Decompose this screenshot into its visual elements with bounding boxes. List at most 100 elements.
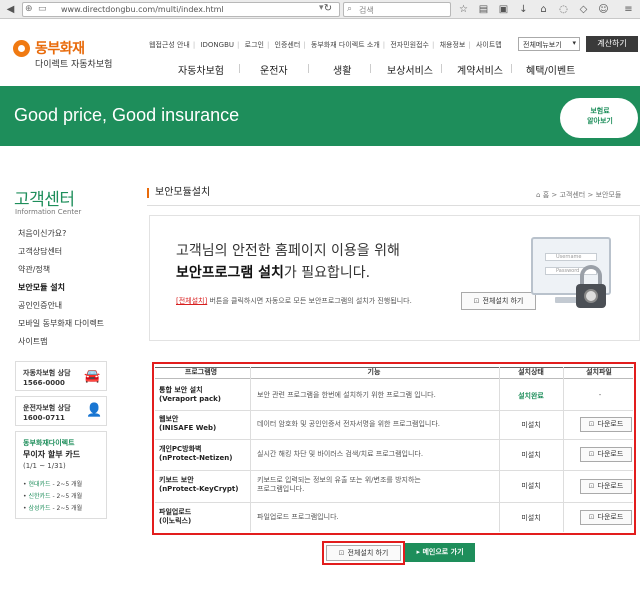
notice-line2: 보안프로그램 설치가 필요합니다. xyxy=(176,262,370,282)
row-divider xyxy=(155,502,633,503)
car-consult-box: 자동차보험 상담 1566-0000 🚘 xyxy=(15,361,107,391)
address-bar[interactable]: ⊕ ▭ www.directdongbu.com/multi/index.htm… xyxy=(22,2,340,17)
download-icon[interactable]: ↓ xyxy=(517,3,530,16)
notice-line1: 고객님의 안전한 홈페이지 이용을 위해 xyxy=(176,243,400,259)
nav-events[interactable]: 혜택/이벤트 xyxy=(526,62,575,77)
logo-name[interactable]: 동부화재 xyxy=(35,38,85,58)
col-divider xyxy=(499,367,500,532)
util-link-login[interactable]: 로그인 xyxy=(242,41,267,49)
section-title: 고객센터 xyxy=(14,190,75,210)
col-divider xyxy=(250,367,251,532)
card-list-item: • 현대카드 - 2~5 개월 xyxy=(23,481,83,488)
table-row-status: 미설치 xyxy=(521,421,541,429)
nav-divider xyxy=(441,64,442,73)
download-icon: ⊡ xyxy=(588,420,595,428)
util-link-complaint[interactable]: 전자민원접수 xyxy=(387,41,432,49)
nav-car-insurance[interactable]: 자동차보험 xyxy=(178,62,224,77)
nav-contract[interactable]: 계약서비스 xyxy=(457,62,503,77)
globe-icon: ⊕ xyxy=(25,4,33,14)
table-row-name: 파일업로드 (이노릭스) xyxy=(159,508,192,525)
util-link-recruit[interactable]: 채용정보 xyxy=(437,41,469,49)
nav-divider xyxy=(370,64,371,73)
notice-hint-link[interactable]: [전체설치] xyxy=(176,297,207,305)
util-link-idongbu[interactable]: IDONGBU xyxy=(197,41,237,49)
download-button[interactable]: ⊡ 다운로드 xyxy=(580,447,632,462)
nav-claims[interactable]: 보상서비스 xyxy=(387,62,433,77)
table-row-status: 미설치 xyxy=(521,482,541,490)
url-text: www.directdongbu.com/multi/index.html xyxy=(61,5,224,14)
th-function: 기능 xyxy=(367,368,381,376)
driver-consult-phone: 1600-0711 xyxy=(23,414,65,422)
download-button[interactable]: ⊡ 다운로드 xyxy=(580,417,632,432)
sidebar-item-consult-center[interactable]: 고객상담센터 xyxy=(18,246,62,257)
card-box-period: (1/1 ~ 1/31) xyxy=(23,462,66,470)
title-divider xyxy=(147,205,640,206)
install-all-button[interactable]: ⊡ 전체설치 하기 xyxy=(326,545,401,561)
card-box-title: 동부화재다이렉트 xyxy=(23,439,75,447)
sidebar-item-terms[interactable]: 약관/정책 xyxy=(18,264,50,275)
util-link-accessibility[interactable]: 웹접근성 안내 xyxy=(146,41,193,49)
go-main-button[interactable]: ▸ 메인으로 가기 xyxy=(405,543,475,562)
chat-icon[interactable]: ◌ xyxy=(557,3,570,16)
table-row-name: 키보드 보안 (nProtect-KeyCrypt) xyxy=(159,476,239,493)
smiley-icon[interactable]: ☺ xyxy=(597,3,610,16)
download-button[interactable]: ⊡ 다운로드 xyxy=(580,479,632,494)
sidebar-item-mobile[interactable]: 모바일 동부화재 다이렉트 xyxy=(18,318,104,329)
table-row-desc: 데이터 암호화 및 공인인증서 전자서명을 위한 프로그램입니다. xyxy=(257,420,441,428)
quote-cloud-line2: 알아보기 xyxy=(587,117,613,125)
page-icon: ▭ xyxy=(38,4,47,14)
util-link-about[interactable]: 동부화재 다이렉트 소개 xyxy=(308,41,383,49)
logo-subtitle[interactable]: 다이렉트 자동차보험 xyxy=(35,57,112,70)
search-placeholder: 검색 xyxy=(359,6,374,15)
menu-select[interactable]: 전체메뉴보기 ▾ xyxy=(518,37,580,51)
pocket-icon[interactable]: ◇ xyxy=(577,3,590,16)
breadcrumb-home[interactable]: 홈 xyxy=(543,191,549,199)
home-icon[interactable]: ⌂ xyxy=(536,191,540,199)
download-button[interactable]: ⊡ 다운로드 xyxy=(580,510,632,525)
star-icon[interactable]: ☆ xyxy=(457,3,470,16)
download-icon: ⊡ xyxy=(588,482,595,490)
table-row-desc: 실시간 해킹 차단 및 바이러스 검색/치료 프로그램입니다. xyxy=(257,450,424,458)
nav-life[interactable]: 생활 xyxy=(333,62,351,77)
notice-hint: [전체설치] 버튼을 클릭하시면 자동으로 모든 보안프로그램의 설치가 진행됩… xyxy=(176,296,412,306)
th-program-name: 프로그램명 xyxy=(184,368,218,376)
calculate-button[interactable]: 계산하기 xyxy=(586,36,638,52)
chevron-down-icon: ▾ xyxy=(572,39,576,47)
breadcrumb: ⌂ 홈 > 고객센터 > 보안모듈 xyxy=(536,191,622,199)
back-icon[interactable]: ◀ xyxy=(4,3,17,16)
table-row-status: 미설치 xyxy=(521,451,541,459)
nav-divider xyxy=(308,64,309,73)
breadcrumb-customer-center[interactable]: 고객센터 xyxy=(559,191,585,199)
sidebar-item-certificate[interactable]: 공인인증안내 xyxy=(18,300,62,311)
page-title: 보안모듈설치 xyxy=(147,188,210,198)
car-consult-title: 자동차보험 상담 xyxy=(23,369,71,377)
banner-slogan: Good price, Good insurance xyxy=(14,105,240,125)
col-divider xyxy=(563,367,564,532)
breadcrumb-current: 보안모듈 xyxy=(595,191,622,199)
menu-icon[interactable]: ≡ xyxy=(622,3,635,16)
sidebar-item-security-module[interactable]: 보안모듈 설치 xyxy=(18,282,65,293)
install-icon: ⊡ xyxy=(338,549,345,557)
row-divider xyxy=(155,470,633,471)
install-all-button-top[interactable]: ⊡ 전체설치 하기 xyxy=(461,292,536,310)
sidebar-item-sitemap[interactable]: 사이트맵 xyxy=(18,336,47,347)
home-icon[interactable]: ⌂ xyxy=(537,3,550,16)
reload-icon[interactable]: ↻ xyxy=(318,2,338,15)
lock-icon[interactable]: ▣ xyxy=(497,3,510,16)
table-row-name: 개인PC방화벽 (nProtect-Netizen) xyxy=(159,445,233,462)
menu-select-value: 전체메뉴보기 xyxy=(523,41,562,49)
card-box-heading: 무이자 할부 카드 xyxy=(23,450,81,459)
util-link-cert-center[interactable]: 인증센터 xyxy=(272,41,304,49)
table-row-desc: 파일업로드 프로그램입니다. xyxy=(257,513,339,521)
sidebar-item-first-visit[interactable]: 처음이신가요? xyxy=(18,228,66,239)
browser-search-input[interactable]: ⌕ 검색 xyxy=(343,2,451,17)
quote-cloud-label[interactable]: 보험료 알아보기 xyxy=(574,106,626,126)
util-link-sitemap[interactable]: 사이트맵 xyxy=(473,41,505,49)
reader-icon[interactable]: ▤ xyxy=(477,3,490,16)
nav-driver[interactable]: 운전자 xyxy=(260,62,288,77)
nav-divider xyxy=(239,64,240,73)
logo-mark-icon[interactable] xyxy=(13,40,30,57)
quote-cloud-line1: 보험료 xyxy=(590,107,610,115)
row-divider xyxy=(155,410,633,411)
monitor-username-field: Username xyxy=(545,253,597,261)
